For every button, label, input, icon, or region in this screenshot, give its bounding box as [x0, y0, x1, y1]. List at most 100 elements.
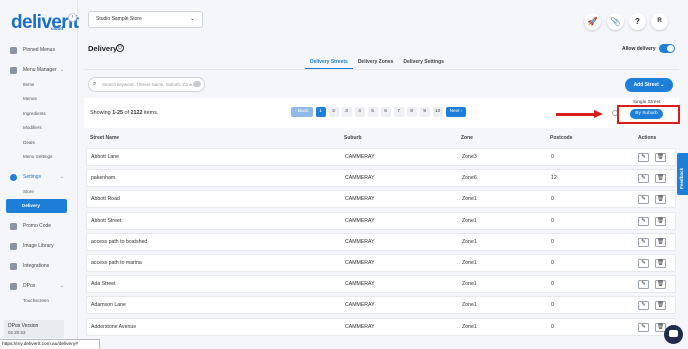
page-button[interactable]: 6 [380, 107, 391, 117]
table-row[interactable]: Ada Street CAMMERAY Zone1 0 ✎ 🗑 [86, 275, 676, 294]
edit-icon[interactable]: ✎ [638, 195, 649, 205]
column-header-zone[interactable]: Zone [461, 135, 473, 141]
table-row[interactable]: Abbott Road CAMMERAY Zone1 0 ✎ 🗑 [86, 190, 676, 209]
street-name-cell: Adamson Lane [91, 302, 126, 309]
page-button[interactable]: 4 [354, 107, 365, 117]
delete-icon[interactable]: 🗑 [655, 301, 666, 311]
back-button[interactable]: ‹ Back [291, 107, 313, 117]
table-row[interactable]: Adamson Lane CAMMERAY Zone1 0 ✎ 🗑 [86, 296, 676, 315]
sidebar-subitem-touchscreen[interactable]: Touchscreen [0, 293, 78, 308]
postcode-cell: 0 [551, 238, 554, 245]
user-avatar[interactable]: R [651, 13, 668, 30]
store-select[interactable]: Studio Sample Store ⌄ [88, 11, 203, 28]
postcode-cell: 0 [551, 217, 554, 224]
sidebar-item-label: Settings [23, 174, 42, 180]
annotation-arrow [556, 113, 596, 116]
tab-delivery-zones[interactable]: Delivery Zones [353, 57, 399, 69]
help-icon[interactable]: ? [629, 13, 646, 30]
edit-icon[interactable]: ✎ [638, 237, 649, 247]
delete-icon[interactable]: 🗑 [655, 258, 666, 268]
table-row[interactable]: pakenham CAMMERAY Zone6 12 ✎ 🗑 [86, 169, 676, 188]
sidebar-item-image-library[interactable]: Image Library [0, 239, 78, 253]
table-row[interactable]: Abbott Lane CAMMERAY Zone3 0 ✎ 🗑 [86, 148, 676, 166]
edit-icon[interactable]: ✎ [638, 216, 649, 226]
page-button[interactable]: 5 [367, 107, 378, 117]
sidebar-item-menu-manager[interactable]: Menu Manager ⌄ [0, 63, 78, 77]
power-icon[interactable]: ⏻ [116, 44, 124, 52]
table-body: Abbott Lane CAMMERAY Zone3 0 ✎ 🗑 pakenham CAMME… [86, 148, 676, 339]
table-row[interactable]: Adderstone Avenue CAMMERAY Zone1 0 ✎ 🗑 [86, 317, 676, 336]
sidebar-subitem-menus[interactable]: Menus [0, 92, 78, 107]
search-input[interactable]: ⌕ Search keyword.. (Street Name, Suburb,… [88, 77, 205, 92]
sidebar-item-settings[interactable]: Settings ⌄ [0, 170, 78, 184]
column-header-suburb[interactable]: Suburb [344, 135, 362, 141]
edit-icon[interactable]: ✎ [638, 174, 649, 184]
pin-icon [10, 46, 17, 54]
postcode-cell: 0 [551, 281, 554, 288]
feedback-tab[interactable]: Feedback [677, 153, 688, 195]
paperclip-icon[interactable]: 📎 [607, 13, 624, 30]
page-button[interactable]: 2 [328, 107, 339, 117]
sidebar-item-label: Promo Code [23, 223, 52, 229]
column-header-postcode[interactable]: Postcode [550, 135, 573, 141]
edit-icon[interactable]: ✎ [638, 301, 649, 311]
sidebar-subitem-store[interactable]: Store [0, 184, 78, 199]
tab-delivery-streets[interactable]: Delivery Streets [305, 57, 353, 69]
zone-cell: Zone1 [462, 196, 477, 203]
delete-icon[interactable]: 🗑 [655, 195, 666, 205]
page-button[interactable]: 8 [406, 107, 417, 117]
sidebar-item-dpos[interactable]: DPos ⌄ [0, 279, 78, 293]
delete-icon[interactable]: 🗑 [655, 153, 666, 162]
suburb-cell: CAMMERAY [345, 196, 375, 203]
table-row[interactable]: access path to marina CAMMERAY Zone1 0 ✎ 🗑 [86, 253, 676, 272]
settings-icon [10, 173, 17, 181]
collapse-sidebar-button[interactable]: ‹ [68, 13, 77, 22]
table-row[interactable]: Abbott Street CAMMERAY Zone1 0 ✎ 🗑 [86, 211, 676, 230]
sidebar-item-promo-code[interactable]: Promo Code [0, 219, 78, 233]
table-row[interactable]: access path to boatshed CAMMERAY Zone1 0 ✎ 🗑 [86, 232, 676, 251]
page-button[interactable]: 10 [432, 107, 443, 117]
sidebar-item-pinned-menus[interactable]: Pinned Menus [0, 43, 78, 57]
suburb-cell: CAMMERAY [345, 217, 375, 224]
showing-count: Showing 1-25 of 2122 items. [90, 110, 159, 116]
column-header-street-name[interactable]: Street Name [90, 135, 119, 141]
page-button[interactable]: 7 [393, 107, 404, 117]
sidebar-subitem-deals[interactable]: Deals [0, 135, 78, 150]
sidebar-subitem-items[interactable]: Items [0, 77, 78, 92]
delete-icon[interactable]: 🗑 [655, 237, 666, 247]
add-street-button[interactable]: Add Street ⌄ [625, 78, 673, 92]
sidebar-item-label: DPos [23, 283, 36, 289]
sidebar-subitem-ingredients[interactable]: Ingredients [0, 106, 78, 121]
chevron-down-icon: ⌄ [189, 16, 195, 22]
edit-icon[interactable]: ✎ [638, 322, 649, 332]
delete-icon[interactable]: 🗑 [655, 280, 666, 290]
page-button[interactable]: 3 [341, 107, 352, 117]
sidebar-subitem-menu-settings[interactable]: Menu Settings [0, 150, 78, 165]
zone-cell: Zone3 [462, 154, 477, 160]
delete-icon[interactable]: 🗑 [655, 174, 666, 184]
edit-icon[interactable]: ✎ [638, 258, 649, 268]
page-button[interactable]: 9 [419, 107, 430, 117]
tab-delivery-settings[interactable]: Delivery Settings [398, 57, 449, 69]
search-placeholder: Search keyword.. (Street Name, Suburb, Z… [102, 82, 198, 87]
sidebar-nav: Pinned Menus Menu Manager ⌄ Items Menus … [0, 43, 78, 308]
sidebar-subitem-delivery[interactable]: Delivery [6, 198, 67, 213]
zone-cell: Zone1 [462, 323, 477, 330]
next-button[interactable]: Next › [445, 107, 467, 117]
suburb-cell: CAMMERAY [345, 302, 375, 309]
rocket-icon[interactable]: 🚀 [584, 13, 601, 30]
street-name-cell: Abbott Lane [91, 154, 119, 160]
edit-icon[interactable]: ✎ [638, 153, 649, 162]
toggle-icon[interactable] [193, 81, 201, 87]
edit-icon[interactable]: ✎ [638, 280, 649, 290]
chat-icon[interactable] [664, 325, 683, 344]
sidebar-item-integrations[interactable]: Integrations [0, 259, 78, 273]
sidebar-subitem-modifiers[interactable]: Modifiers [0, 121, 78, 136]
sidebar-item-label: Image Library [23, 243, 54, 249]
delete-icon[interactable]: 🗑 [655, 216, 666, 226]
page-button[interactable]: 1 [315, 107, 326, 117]
allow-delivery-toggle[interactable] [659, 44, 675, 53]
menu-icon [10, 66, 17, 74]
zone-cell: Zone1 [462, 259, 477, 266]
postcode-cell: 0 [551, 196, 554, 203]
